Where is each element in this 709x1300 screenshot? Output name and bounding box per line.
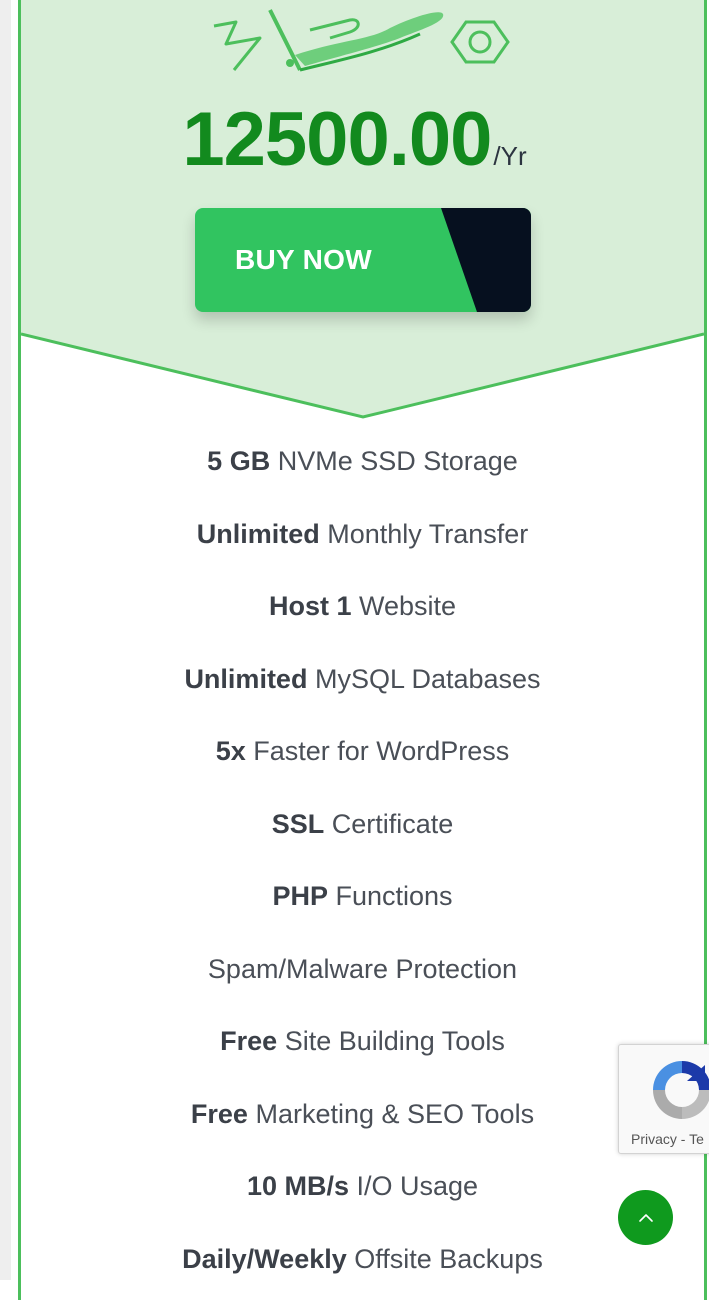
feature-item: Daily/Weekly Offsite Backups: [21, 1223, 704, 1296]
feature-bold: Host 1: [268, 591, 352, 621]
feature-item: PHP Functions: [21, 860, 704, 933]
feature-text: Site Building Tools: [277, 1026, 505, 1056]
feature-bold: Daily/Weekly: [182, 1243, 347, 1274]
price: 12500.00/Yr: [0, 96, 709, 183]
feature-item: Host 1 Website: [21, 570, 704, 643]
feature-bold: 10 MB/s: [246, 1171, 349, 1201]
feature-text: NVMe SSD Storage: [270, 446, 518, 476]
price-unit: /Yr: [493, 141, 527, 171]
feature-item: 5x Faster for WordPress: [21, 715, 704, 788]
feature-text: Offsite Backups: [346, 1243, 543, 1274]
price-amount: 12500.00: [182, 97, 492, 182]
feature-item: Free Marketing & SEO Tools: [21, 1078, 704, 1151]
recaptcha-logo-icon: [653, 1061, 709, 1119]
feature-text: Spam/Malware Protection: [207, 953, 518, 984]
feature-bold: SSL: [271, 808, 325, 839]
feature-item: 10 MB/s I/O Usage: [21, 1150, 704, 1223]
feature-bold: 5 GB: [207, 446, 271, 476]
feature-text: Certificate: [324, 808, 454, 839]
feature-item: 5 GB NVMe SSD Storage: [21, 425, 704, 498]
feature-bold: Unlimited: [196, 518, 320, 549]
feature-bold: PHP: [272, 881, 328, 911]
feature-item: Spam/Malware Protection: [21, 933, 704, 1006]
scroll-to-top-button[interactable]: [618, 1190, 673, 1245]
feature-bold: Free: [220, 1026, 278, 1056]
feature-list: 5 GB NVMe SSD Storage Unlimited Monthly …: [21, 425, 704, 1295]
feature-item: Unlimited Monthly Transfer: [21, 498, 704, 571]
hand-money-illustration-icon: [213, 9, 510, 72]
feature-item: SSL Certificate: [21, 788, 704, 861]
feature-bold: Free: [190, 1098, 248, 1129]
feature-text: Website: [351, 591, 457, 621]
feature-text: Marketing & SEO Tools: [247, 1098, 535, 1129]
buy-now-label: BUY NOW: [235, 244, 372, 275]
recaptcha-badge[interactable]: Privacy - Te: [618, 1044, 709, 1154]
feature-item: Free Site Building Tools: [21, 1005, 704, 1078]
buy-now-button[interactable]: BUY NOW: [195, 208, 531, 312]
feature-text: Faster for WordPress: [245, 736, 510, 766]
feature-text: MySQL Databases: [307, 663, 541, 694]
feature-text: Monthly Transfer: [319, 518, 529, 549]
page-edge: [0, 0, 11, 1280]
recaptcha-privacy-link[interactable]: Privacy - Te: [631, 1131, 704, 1147]
feature-text: I/O Usage: [348, 1171, 479, 1201]
buy-button-accent: [441, 208, 531, 312]
feature-text: Functions: [327, 881, 453, 911]
chevron-up-icon: [638, 1213, 653, 1222]
feature-item: Unlimited MySQL Databases: [21, 643, 704, 716]
feature-bold: 5x: [215, 736, 246, 766]
feature-bold: Unlimited: [184, 663, 308, 694]
